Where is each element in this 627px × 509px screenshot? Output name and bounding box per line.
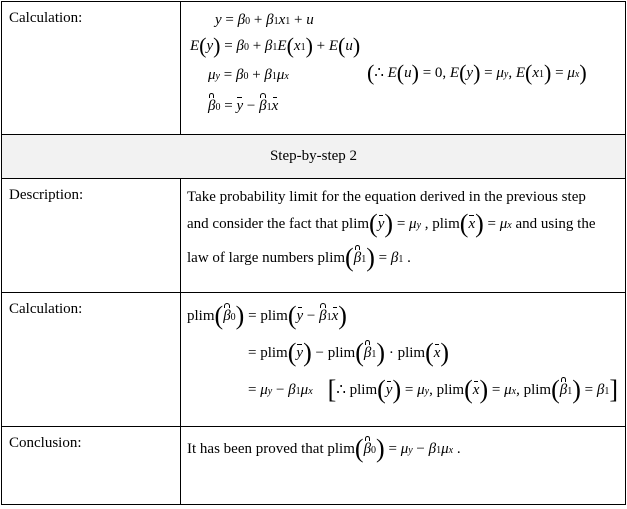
description-text-3: law of large numbers plim(β1) = β1 . <box>187 243 411 272</box>
plim-label: plim <box>349 382 378 398</box>
equation-line-4: β0 = y − β1x <box>208 97 279 114</box>
step-header-row: Step-by-step 2 <box>1 134 626 179</box>
plim-label: plim <box>523 382 552 398</box>
plim-label: plim <box>397 345 426 361</box>
conclusion-label: Conclusion: <box>1 426 181 505</box>
plim-line-1: plim(β0) = plim(y − β1x) <box>187 301 347 330</box>
plim-label: plim <box>317 250 346 266</box>
description-text-3a: law of large numbers <box>187 250 314 266</box>
plim-label: plim <box>327 441 355 457</box>
calculation-equations-1: y = β0 + β1x1 + u E(y) = β0 + β1E(x1) + … <box>180 1 626 135</box>
conclusion-text-label: It has been proved that <box>187 441 324 457</box>
description-text-1: Take probability limit for the equation … <box>187 189 586 205</box>
calculation-row-1: Calculation: y = β0 + β1x1 + u E(y) = β0… <box>1 1 626 135</box>
plim-label: plim <box>260 308 288 324</box>
description-row: Description: Take probability limit for … <box>1 178 626 293</box>
calculation-label-2: Calculation: <box>1 292 181 427</box>
plim-line-2: = plim(y) − plim(β1) · plim(x) <box>248 338 450 367</box>
description-text-2a: and consider the fact that <box>187 216 338 232</box>
calculation-label: Calculation: <box>1 1 181 135</box>
description-text-2: and consider the fact that plim(y) = μy … <box>187 209 596 238</box>
plim-label: plim <box>436 382 465 398</box>
plim-label: plim <box>260 345 288 361</box>
plim-label: plim <box>187 308 215 324</box>
description-label: Description: <box>1 178 181 293</box>
equation-line-1: y = β0 + β1x1 + u <box>215 12 314 28</box>
plim-label: plim <box>341 216 370 232</box>
calculation-equations-2: plim(β0) = plim(y − β1x) = plim(y) − pli… <box>180 292 626 427</box>
plim-label: plim <box>432 216 460 232</box>
conclusion-row: Conclusion: It has been proved that plim… <box>1 426 626 505</box>
calculation-row-2: Calculation: plim(β0) = plim(y − β1x) = … <box>1 292 626 427</box>
plim-label: plim <box>327 345 356 361</box>
solution-table: Calculation: y = β0 + β1x1 + u E(y) = β0… <box>1 1 626 505</box>
description-text-2b: and using the <box>515 216 596 232</box>
plim-line-3: = μy − β1μx [∴ plim(y) = μy, plim(x) = μ… <box>248 375 619 404</box>
conclusion-text: It has been proved that plim(β0) = μy − … <box>187 434 461 463</box>
equation-line-3-note: (∴ E(u) = 0, E(y) = μy, E(x1) = μx) <box>367 60 587 85</box>
equation-line-3: μy = β0 + β1μx <box>208 67 289 83</box>
conclusion-content: It has been proved that plim(β0) = μy − … <box>180 426 626 505</box>
description-content: Take probability limit for the equation … <box>180 178 626 293</box>
step-header: Step-by-step 2 <box>1 134 626 179</box>
equation-line-2: E(y) = β0 + β1E(x1) + E(u) <box>190 33 361 58</box>
